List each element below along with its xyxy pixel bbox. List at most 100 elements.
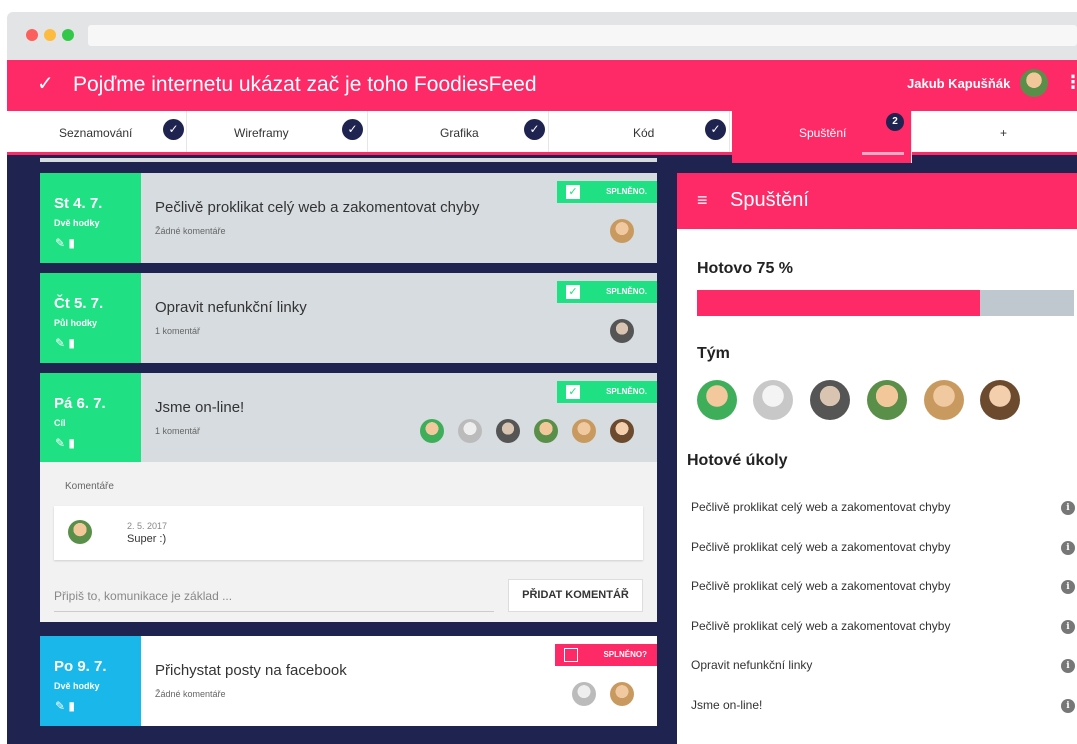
checkbox-checked-icon: ✓ [566,385,580,399]
avatar[interactable] [496,419,520,443]
task-card[interactable]: Po 9. 7. Dvě hodky ✎ ▮ Přichystat posty … [40,636,657,726]
project-title: Pojďme internetu ukázat zač je toho Food… [73,73,537,96]
task-comment-count[interactable]: Žádné komentáře [155,689,226,699]
tab-seznamovani[interactable]: Seznamování ✓ [7,111,187,152]
tab-label: Seznamování [59,126,133,140]
progress-label: Hotovo 75 % [697,260,794,277]
edit-icon[interactable]: ✎ [55,236,65,250]
task-duration: Dvě hodky [54,681,100,691]
tab-wireframy[interactable]: Wireframy ✓ [187,111,368,152]
comment-date: 2. 5. 2017 [127,521,168,531]
phase-tabs: Seznamování ✓ Wireframy ✓ Grafika ✓ Kód … [7,111,1077,163]
status-badge[interactable]: ✓ SPLNĚNO. [557,281,657,303]
info-icon[interactable]: i [1061,580,1075,594]
avatar[interactable] [610,682,634,706]
task-card[interactable]: Čt 5. 7. Půl hodky ✎ ▮ Opravit nefunkční… [40,273,657,363]
active-tab-indicator [862,152,904,155]
menu-icon[interactable]: ≡ [697,190,708,211]
add-comment-button[interactable]: PŘIDAT KOMENTÁŘ [508,579,643,612]
team-avatar[interactable] [980,380,1020,420]
task-title: Přichystat posty na facebook [155,662,347,679]
team-avatar[interactable] [753,380,793,420]
task-card[interactable]: Pá 6. 7. Cíl ✎ ▮ Jsme on-line! 1 komentá… [40,373,657,463]
team-avatar[interactable] [924,380,964,420]
avatar[interactable] [610,219,634,243]
edit-icon[interactable]: ✎ [55,336,65,350]
task-duration: Dvě hodky [54,218,100,228]
info-icon[interactable]: i [1061,501,1075,515]
task-day: St 4. 7. [54,195,103,212]
task-actions: ✎ ▮ [55,236,75,250]
address-bar[interactable] [88,25,1077,46]
done-task-item[interactable]: Pečlivě proklikat celý web a zakomentova… [691,619,950,633]
task-actions: ✎ ▮ [55,336,75,350]
avatar[interactable] [420,419,444,443]
checkbox-checked-icon: ✓ [566,185,580,199]
avatar[interactable] [534,419,558,443]
edit-icon[interactable]: ✎ [55,699,65,713]
team-avatar[interactable] [697,380,737,420]
avatar[interactable] [610,419,634,443]
panel-header: ≡ Spuštění [677,173,1077,229]
task-comment-count[interactable]: 1 komentář [155,426,200,436]
task-date-block: St 4. 7. Dvě hodky ✎ ▮ [40,173,141,263]
tab-grafika[interactable]: Grafika ✓ [368,111,549,152]
more-menu-icon[interactable]: ⋮ [1064,72,1077,93]
done-task-item[interactable]: Pečlivě proklikat celý web a zakomentova… [691,579,950,593]
top-bar: ✓ Pojďme internetu ukázat zač je toho Fo… [7,60,1077,111]
edit-icon[interactable]: ✎ [55,436,65,450]
done-task-item[interactable]: Pečlivě proklikat celý web a zakomentova… [691,500,950,514]
avatar[interactable] [610,319,634,343]
team-avatar[interactable] [810,380,850,420]
comment-card: 2. 5. 2017 Super :) [54,506,643,560]
panel-title: Spuštění [730,189,809,211]
avatar[interactable] [458,419,482,443]
tab-add-phase[interactable]: + [912,111,1077,152]
task-day: Po 9. 7. [54,658,107,675]
tab-spusteni[interactable]: Spuštění 2 [732,111,912,163]
status-label: SPLNĚNO? [603,650,647,659]
done-task-item[interactable]: Jsme on-line! [691,698,762,712]
status-label: SPLNĚNO. [606,287,647,296]
done-tasks-heading: Hotové úkoly [687,452,788,469]
task-actions: ✎ ▮ [55,699,75,713]
status-badge[interactable]: ✓ SPLNĚNO. [557,381,657,403]
info-icon[interactable]: i [1061,620,1075,634]
tab-label: + [1000,126,1008,140]
task-date-block: Pá 6. 7. Cíl ✎ ▮ [40,373,141,463]
done-check-icon: ✓ [705,119,726,140]
info-icon[interactable]: i [1061,699,1075,713]
done-check-icon: ✓ [524,119,545,140]
info-icon[interactable]: i [1061,541,1075,555]
team-heading: Tým [697,345,730,362]
team-avatar[interactable] [867,380,907,420]
minimize-window-dot[interactable] [44,29,56,41]
user-avatar[interactable] [1020,69,1048,97]
done-task-item[interactable]: Pečlivě proklikat celý web a zakomentova… [691,540,950,554]
status-label: SPLNĚNO. [606,187,647,196]
task-comment-count[interactable]: 1 komentář [155,326,200,336]
status-badge[interactable]: SPLNĚNO? [555,644,657,666]
task-actions: ✎ ▮ [55,436,75,450]
status-badge[interactable]: ✓ SPLNĚNO. [557,181,657,203]
check-icon: ✓ [37,73,54,95]
delete-icon[interactable]: ▮ [68,436,75,450]
maximize-window-dot[interactable] [62,29,74,41]
task-card[interactable]: St 4. 7. Dvě hodky ✎ ▮ Pečlivě proklikat… [40,173,657,263]
delete-icon[interactable]: ▮ [68,699,75,713]
comment-input[interactable]: Připiš to, komunikace je základ ... [54,583,494,612]
done-task-item[interactable]: Opravit nefunkční linky [691,658,812,672]
task-date-block: Po 9. 7. Dvě hodky ✎ ▮ [40,636,141,726]
delete-icon[interactable]: ▮ [68,336,75,350]
task-title: Jsme on-line! [155,399,245,416]
info-icon[interactable]: i [1061,659,1075,673]
task-comment-count[interactable]: Žádné komentáře [155,226,226,236]
previous-task-edge [40,158,657,162]
avatar[interactable] [572,682,596,706]
tab-kod[interactable]: Kód ✓ [549,111,730,152]
close-window-dot[interactable] [26,29,38,41]
avatar[interactable] [572,419,596,443]
delete-icon[interactable]: ▮ [68,236,75,250]
status-label: SPLNĚNO. [606,387,647,396]
user-name[interactable]: Jakub Kapušňák [907,76,1010,91]
